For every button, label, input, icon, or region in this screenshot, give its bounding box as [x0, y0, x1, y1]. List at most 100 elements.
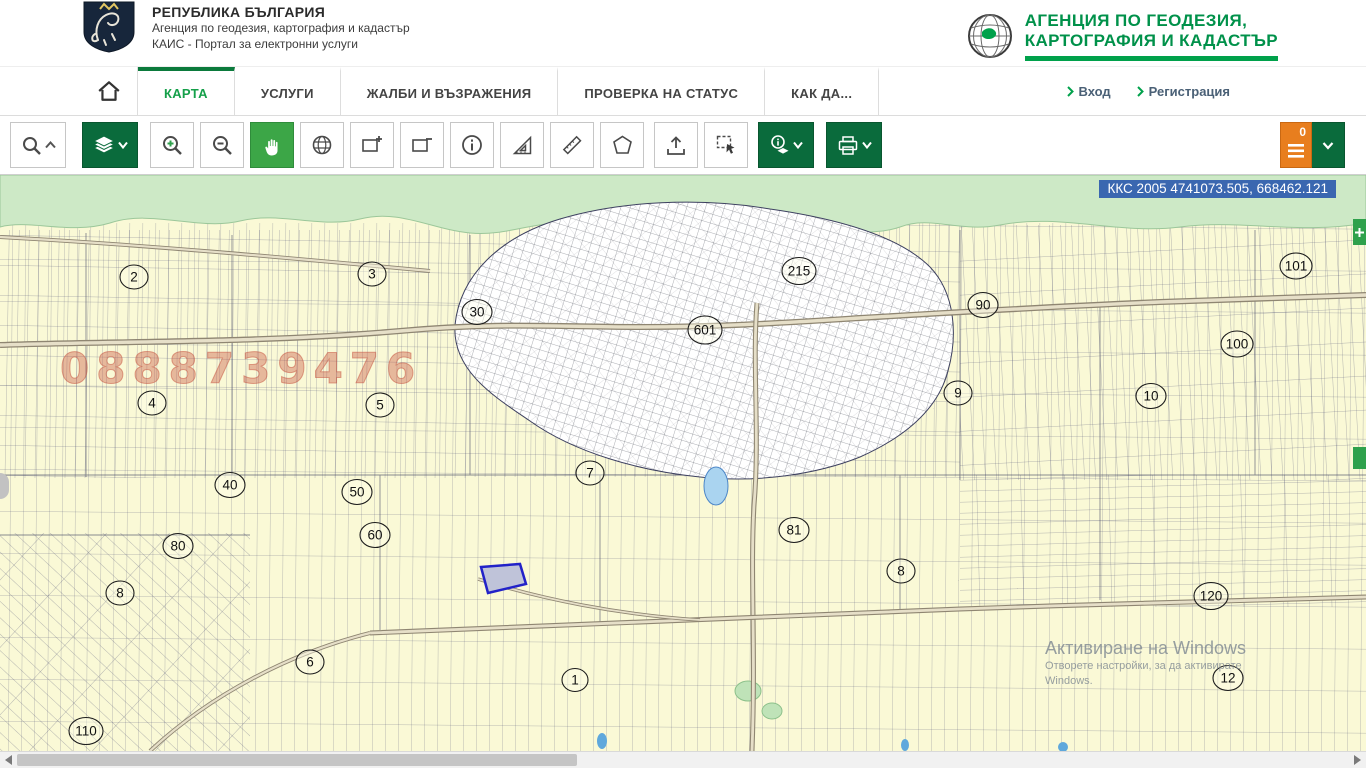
zone-number-marker: 4	[138, 391, 166, 415]
zone-number-marker: 101	[1280, 253, 1312, 279]
scroll-left-arrow-icon	[5, 755, 12, 765]
svg-text:8: 8	[116, 586, 124, 601]
zone-number-marker: 40	[215, 473, 245, 498]
svg-text:30: 30	[469, 305, 484, 320]
header-left: РЕПУБЛИКА БЪЛГАРИЯ Агенция по геодезия, …	[80, 0, 410, 66]
svg-text:9: 9	[954, 386, 962, 401]
ruler-icon	[561, 134, 583, 156]
parcel-texture-right-rows	[960, 475, 1366, 607]
horizontal-scrollbar[interactable]	[0, 751, 1366, 768]
svg-text:40: 40	[222, 478, 237, 493]
hand-icon	[262, 135, 282, 156]
svg-text:80: 80	[170, 539, 185, 554]
cart-notifications-button[interactable]: 0	[1280, 122, 1312, 168]
map-container[interactable]: 0888739476 2 3 30 215 90 101 100 601 4 5…	[0, 175, 1366, 751]
svg-text:100: 100	[1226, 337, 1249, 352]
green-patch	[735, 681, 761, 701]
svg-text:3: 3	[368, 267, 376, 282]
zone-number-marker: 9	[944, 381, 972, 405]
phone-watermark: 0888739476	[60, 344, 422, 393]
agency-name-line1: АГЕНЦИЯ ПО ГЕОДЕЗИЯ,	[1025, 11, 1278, 31]
pan-tool-button[interactable]	[250, 122, 294, 168]
login-link[interactable]: Вход	[1067, 84, 1111, 99]
zone-number-marker: 90	[968, 293, 998, 318]
scroll-right-button[interactable]	[1349, 752, 1366, 768]
svg-text:4: 4	[148, 396, 156, 411]
chevron-right-icon	[1067, 86, 1074, 97]
info-layers-icon	[770, 135, 790, 155]
zone-number-marker: 50	[342, 480, 372, 505]
zone-number-marker: 30	[462, 300, 492, 325]
svg-text:601: 601	[694, 323, 717, 338]
map-side-panel-handle-bottom[interactable]	[1353, 447, 1366, 469]
scroll-left-button[interactable]	[0, 752, 17, 768]
search-tool-button[interactable]	[10, 122, 66, 168]
cadastral-map[interactable]: 0888739476 2 3 30 215 90 101 100 601 4 5…	[0, 175, 1366, 751]
layers-dropdown-button[interactable]	[82, 122, 138, 168]
set-square-icon	[512, 135, 533, 156]
main-nav: КАРТА УСЛУГИ ЖАЛБИ И ВЪЗРАЖЕНИЯ ПРОВЕРКА…	[0, 66, 1366, 116]
upload-file-button[interactable]	[654, 122, 698, 168]
svg-text:90: 90	[975, 298, 990, 313]
register-label: Регистрация	[1149, 84, 1230, 99]
scale-ruler-button[interactable]	[500, 122, 544, 168]
zone-number-marker: 12	[1213, 666, 1243, 691]
zoom-out-icon	[211, 134, 233, 156]
cart-dropdown-button[interactable]	[1312, 122, 1345, 168]
tab-kak-da[interactable]: КАК ДА...	[765, 67, 879, 115]
zone-number-marker: 2	[120, 265, 148, 289]
zone-number-marker: 5	[366, 393, 394, 417]
home-button[interactable]	[80, 67, 138, 115]
zoom-window-out-button[interactable]	[400, 122, 444, 168]
chevron-down-icon	[862, 141, 872, 149]
republic-title: РЕПУБЛИКА БЪЛГАРИЯ	[152, 3, 410, 21]
globe-extent-button[interactable]	[300, 122, 344, 168]
zone-number-marker: 81	[779, 518, 809, 543]
coordinates-readout: ККС 2005 4741073.505, 668462.121	[1099, 180, 1336, 198]
zoom-in-button[interactable]	[150, 122, 194, 168]
scroll-right-arrow-icon	[1354, 755, 1361, 765]
svg-text:6: 6	[306, 655, 314, 670]
plus-icon	[1355, 228, 1364, 237]
svg-text:5: 5	[376, 398, 384, 413]
zone-number-marker: 80	[163, 534, 193, 559]
tab-zhalbi[interactable]: ЖАЛБИ И ВЪЗРАЖЕНИЯ	[341, 67, 559, 115]
svg-text:81: 81	[786, 523, 801, 538]
identify-layers-dropdown-button[interactable]	[758, 122, 814, 168]
search-icon	[21, 135, 42, 156]
portal-subtitle: КАИС - Портал за електронни услуги	[152, 37, 410, 53]
svg-text:215: 215	[788, 264, 811, 279]
register-link[interactable]: Регистрация	[1137, 84, 1230, 99]
svg-text:7: 7	[586, 466, 594, 481]
print-dropdown-button[interactable]	[826, 122, 882, 168]
zoom-window-in-button[interactable]	[350, 122, 394, 168]
tab-karta[interactable]: КАРТА	[138, 67, 235, 115]
map-toolbar: 0	[0, 116, 1366, 175]
zone-number-marker: 8	[887, 559, 915, 583]
identify-info-button[interactable]	[450, 122, 494, 168]
tab-uslugi[interactable]: УСЛУГИ	[235, 67, 341, 115]
map-side-panel-handle-top[interactable]	[1353, 219, 1366, 245]
agency-subtitle: Агенция по геодезия, картография и кадас…	[152, 21, 410, 37]
scrollbar-thumb[interactable]	[17, 754, 577, 766]
zone-number-marker: 120	[1194, 583, 1228, 610]
nav-right: Вход Регистрация	[1067, 67, 1366, 115]
water-feature	[597, 733, 607, 749]
select-features-button[interactable]	[704, 122, 748, 168]
zoom-in-icon	[161, 134, 183, 156]
chevron-down-icon	[793, 141, 803, 149]
svg-text:12: 12	[1220, 671, 1235, 686]
zoom-window-out-icon	[411, 135, 433, 155]
measure-distance-button[interactable]	[550, 122, 594, 168]
measure-area-button[interactable]	[600, 122, 644, 168]
agency-globe-logo	[965, 11, 1015, 61]
zoom-out-button[interactable]	[200, 122, 244, 168]
selection-icon	[715, 134, 737, 156]
upload-icon	[665, 135, 687, 156]
water-feature	[901, 739, 909, 751]
header-titles: РЕПУБЛИКА БЪЛГАРИЯ Агенция по геодезия, …	[152, 0, 410, 66]
header-right: АГЕНЦИЯ ПО ГЕОДЕЗИЯ, КАРТОГРАФИЯ И КАДАС…	[965, 0, 1278, 66]
zone-number-marker: 110	[69, 718, 103, 745]
zone-number-marker: 3	[358, 262, 386, 286]
tab-proverka[interactable]: ПРОВЕРКА НА СТАТУС	[558, 67, 765, 115]
